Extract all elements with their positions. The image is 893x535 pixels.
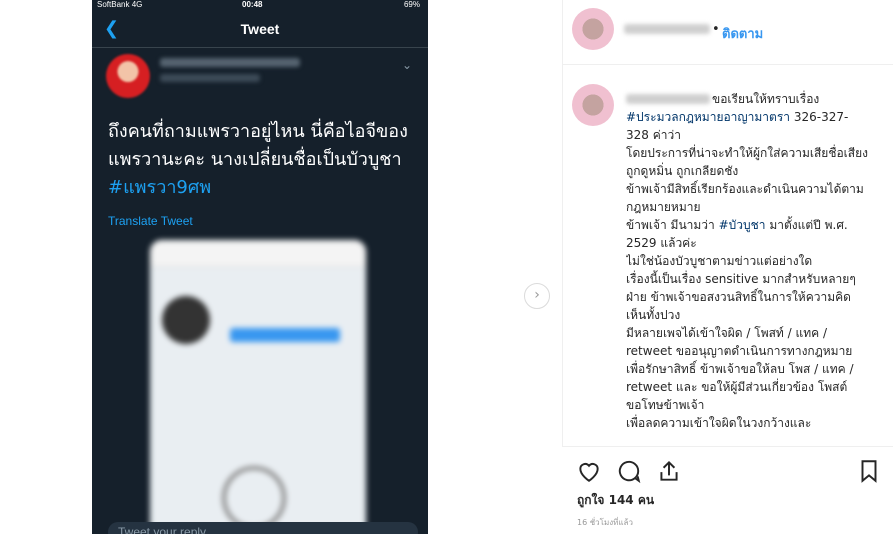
post-caption: ขอเรียนให้ทราบเรื่อง #ประมวลกฎหมายอาญามา… xyxy=(626,90,870,442)
media-follow-button xyxy=(230,328,340,342)
post-author-avatar[interactable] xyxy=(572,8,614,50)
share-icon[interactable] xyxy=(656,458,682,484)
tweet-title: Tweet xyxy=(240,21,280,37)
bookmark-icon[interactable] xyxy=(856,458,882,484)
tweet-screenshot: SoftBank 4G 00:48 69% ❮ Tweet ⌄ ถึงคนที่… xyxy=(92,0,428,534)
tweet-media-blurred xyxy=(150,240,366,534)
carrier: SoftBank 4G xyxy=(97,0,143,9)
status-time: 00:48 xyxy=(242,0,263,9)
caption-hashtag-name[interactable]: #บัวบูชา xyxy=(719,218,766,232)
comment-icon[interactable] xyxy=(616,458,642,484)
tweet-blurred-name xyxy=(160,58,300,67)
tweet-reply-field: Tweet your reply xyxy=(108,522,418,534)
phone-status-bar: SoftBank 4G 00:48 69% xyxy=(92,0,428,11)
heart-icon[interactable] xyxy=(576,458,602,484)
chevron-down-icon: ⌄ xyxy=(402,58,413,72)
caption-author-avatar[interactable] xyxy=(572,84,614,126)
tweet-body: ถึงคนที่ถามแพรวาอยู่ไหน นี่คือไอจีของแพร… xyxy=(108,121,408,170)
tweet-text: ถึงคนที่ถามแพรวาอยู่ไหน นี่คือไอจีของแพร… xyxy=(108,118,418,202)
post-time: 16 ชั่วโมงที่แล้ว xyxy=(577,518,633,527)
likes-count[interactable]: ถูกใจ 144 คน xyxy=(577,491,654,510)
caption-body-1: 326-327-328 ค่าว่า โดยประการที่น่าจะทำให… xyxy=(626,110,868,232)
follow-button[interactable]: ติดตาม xyxy=(722,23,763,44)
lock-icon xyxy=(222,466,286,530)
battery: 69% xyxy=(403,0,420,9)
media-profile-bar xyxy=(150,240,366,267)
tweet-hashtag: #แพรวา9ศพ xyxy=(108,177,212,198)
caption-hashtag-law[interactable]: #ประมวลกฎหมายอาญามาตรา xyxy=(626,110,790,124)
chevron-right-icon[interactable]: › xyxy=(524,283,550,309)
separator-dot: • xyxy=(712,22,720,37)
tweet-avatar xyxy=(106,54,150,98)
caption-lead: ขอเรียนให้ทราบเรื่อง xyxy=(712,92,820,106)
translate-tweet-link: Translate Tweet xyxy=(108,214,193,228)
tweet-blurred-handle xyxy=(160,74,260,82)
caption-body-2: มาตั้งแต่ปี พ.ศ. 2529 แล้วค่ะ ไม่ใช่น้อง… xyxy=(626,218,856,430)
post-author-username-blurred[interactable] xyxy=(624,24,710,34)
media-avatar xyxy=(162,296,210,344)
